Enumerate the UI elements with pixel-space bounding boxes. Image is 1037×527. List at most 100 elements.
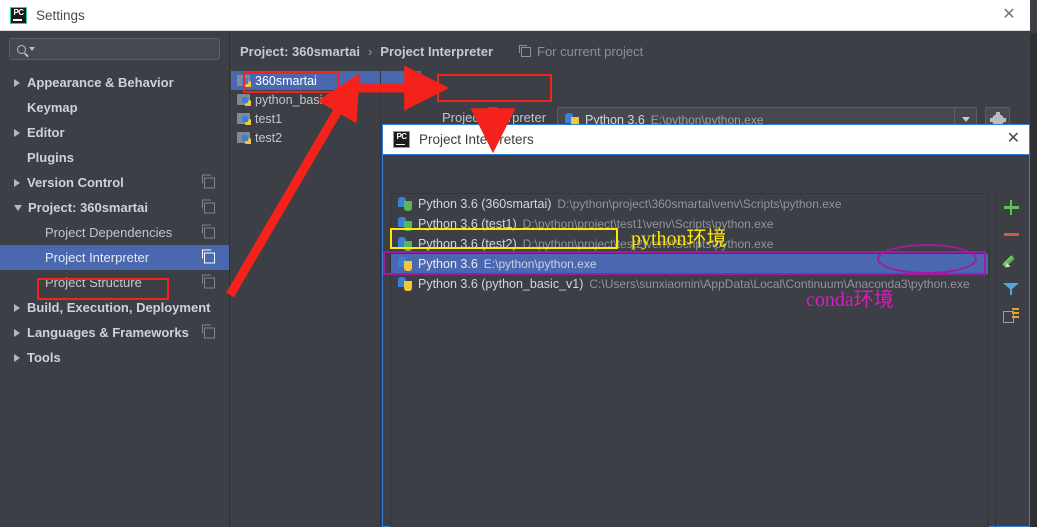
sidebar-item-project-360smartai[interactable]: Project: 360smartai [0, 195, 229, 220]
copy-icon[interactable] [201, 224, 215, 238]
interpreter-item-path: C:\Users\sunxiaomin\AppData\Local\Contin… [589, 277, 970, 291]
interpreter-list-item[interactable]: Python 3.6 E:\python\python.exe [391, 254, 988, 274]
breadcrumb-root[interactable]: Project: 360smartai [240, 44, 360, 59]
settings-tree: Appearance & Behavior Keymap Editor Plugins… [0, 70, 229, 370]
sidebar-item-label: Plugins [27, 150, 74, 165]
sidebar-item-plugins[interactable]: Plugins [0, 145, 229, 170]
project-list-item-label: 360smartai [255, 73, 317, 88]
sidebar-item-project-structure[interactable]: Project Structure [0, 270, 229, 295]
edit-pencil-icon[interactable] [1003, 253, 1019, 269]
sidebar-item-label: Project: 360smartai [28, 200, 148, 215]
interpreter-list: Python 3.6 (360smartai) D:\python\project… [390, 193, 989, 527]
interpreter-item-name: Python 3.6 (test1) [418, 217, 517, 231]
sidebar-item-project-interpreter[interactable]: Project Interpreter [0, 245, 229, 270]
interpreter-item-name: Python 3.6 (python_basic_v1) [418, 277, 584, 291]
settings-window: PC Settings ✕ Appearance & Behavior Keyma… [0, 0, 1037, 527]
python-project-folder-icon [237, 132, 251, 144]
pycharm-logo-icon: PC [10, 6, 27, 24]
window-right-strip [1030, 0, 1037, 34]
sidebar-search-wrap [0, 31, 229, 60]
project-list-item-label: test2 [255, 130, 283, 145]
project-list: 360smartai python_basic_v1 test1 test2 [231, 71, 421, 526]
interpreter-item-path: D:\python\project\360smartai\venv\Script… [557, 197, 842, 211]
sidebar-item-label: Editor [27, 125, 65, 140]
interpreter-list-item[interactable]: Python 3.6 (test1) D:\python\project\test… [391, 214, 988, 234]
copy-icon[interactable] [201, 199, 215, 213]
search-icon [17, 44, 26, 54]
sidebar-item-languages-frameworks[interactable]: Languages & Frameworks [0, 320, 229, 345]
python-project-folder-icon [237, 113, 251, 125]
sidebar-item-appearance-behavior[interactable]: Appearance & Behavior [0, 70, 229, 95]
project-list-item-label: test1 [255, 111, 283, 126]
python-venv-icon [398, 237, 412, 251]
breadcrumb-separator: › [367, 44, 373, 59]
dialog-titlebar: PC Project Interpreters ✕ [383, 125, 1029, 155]
project-list-item-label: python_basic_v1 [255, 92, 349, 107]
interpreter-item-path: E:\python\python.exe [483, 257, 597, 271]
python-venv-icon [398, 197, 412, 211]
breadcrumb: Project: 360smartai › Project Interprete… [240, 44, 643, 59]
dialog-body: Python 3.6 (360smartai) D:\python\project… [383, 156, 1029, 527]
settings-sidebar: Appearance & Behavior Keymap Editor Plugins… [0, 31, 229, 527]
sidebar-item-editor[interactable]: Editor [0, 120, 229, 145]
add-icon[interactable] [1003, 199, 1019, 215]
chevron-right-icon[interactable] [14, 128, 20, 137]
dialog-title: Project Interpreters [419, 132, 534, 147]
window-title: Settings [36, 7, 85, 23]
interpreter-item-name: Python 3.6 (test2) [418, 237, 517, 251]
interpreter-item-name: Python 3.6 [418, 257, 478, 271]
chevron-right-icon[interactable] [14, 78, 20, 87]
interpreter-item-path: D:\python\project\test2\venv\Scripts\pyt… [522, 237, 774, 251]
close-icon[interactable]: ✕ [1007, 131, 1020, 147]
sidebar-item-label: Tools [27, 350, 61, 365]
remove-icon[interactable] [1003, 226, 1019, 242]
project-interpreters-dialog: PC Project Interpreters ✕ Python 3.6 (36… [382, 124, 1030, 527]
interpreter-list-item[interactable]: Python 3.6 (python_basic_v1) C:\Users\sun… [391, 274, 988, 294]
sidebar-item-project-dependencies[interactable]: Project Dependencies [0, 220, 229, 245]
copy-icon [519, 44, 531, 57]
window-right-scrollbar[interactable] [1030, 33, 1037, 527]
sidebar-item-build-execution-deployment[interactable]: Build, Execution, Deployment [0, 295, 229, 320]
show-paths-icon[interactable] [1002, 307, 1019, 323]
python-icon [398, 277, 412, 291]
sidebar-item-label: Project Structure [45, 275, 142, 290]
interpreter-item-path: D:\python\project\test1\venv\Scripts\pyt… [522, 217, 774, 231]
python-project-folder-icon [237, 94, 251, 106]
chevron-right-icon[interactable] [14, 353, 20, 362]
interpreter-item-name: Python 3.6 (360smartai) [418, 197, 552, 211]
pycharm-logo-text: PC [396, 132, 407, 141]
copy-icon[interactable] [201, 249, 215, 263]
chevron-down-icon[interactable] [14, 204, 22, 211]
filter-funnel-icon[interactable] [1002, 280, 1019, 296]
for-current-project-label: For current project [519, 44, 643, 59]
sidebar-item-label: Languages & Frameworks [27, 325, 189, 340]
breadcrumb-leaf: Project Interpreter [380, 44, 493, 59]
search-input[interactable] [9, 38, 220, 60]
project-list-item[interactable]: test2 [231, 128, 380, 147]
sidebar-item-label: Version Control [27, 175, 124, 190]
chevron-right-icon[interactable] [14, 303, 20, 312]
copy-icon[interactable] [201, 174, 215, 188]
copy-icon[interactable] [201, 274, 215, 288]
project-list-item[interactable]: 360smartai [231, 71, 421, 90]
project-list-item[interactable]: test1 [231, 109, 380, 128]
sidebar-item-label: Appearance & Behavior [27, 75, 174, 90]
sidebar-item-keymap[interactable]: Keymap [0, 95, 229, 120]
interpreter-toolbar [995, 193, 1025, 527]
copy-icon[interactable] [201, 324, 215, 338]
sidebar-item-version-control[interactable]: Version Control [0, 170, 229, 195]
interpreter-list-item[interactable]: Python 3.6 (test2) D:\python\project\test… [391, 234, 988, 254]
sidebar-item-label: Project Interpreter [45, 250, 150, 265]
sidebar-item-tools[interactable]: Tools [0, 345, 229, 370]
sidebar-item-label: Build, Execution, Deployment [27, 300, 211, 315]
project-list-item[interactable]: python_basic_v1 [231, 90, 380, 109]
pycharm-logo-text: PC [13, 7, 24, 17]
sidebar-item-label: Keymap [27, 100, 78, 115]
chevron-right-icon[interactable] [14, 178, 20, 187]
sidebar-item-label: Project Dependencies [45, 225, 173, 240]
interpreter-list-item[interactable]: Python 3.6 (360smartai) D:\python\project… [391, 194, 988, 214]
python-icon [398, 257, 412, 271]
search-dropdown-icon[interactable] [29, 47, 35, 51]
chevron-right-icon[interactable] [14, 328, 20, 337]
close-icon[interactable]: ✕ [996, 4, 1022, 26]
